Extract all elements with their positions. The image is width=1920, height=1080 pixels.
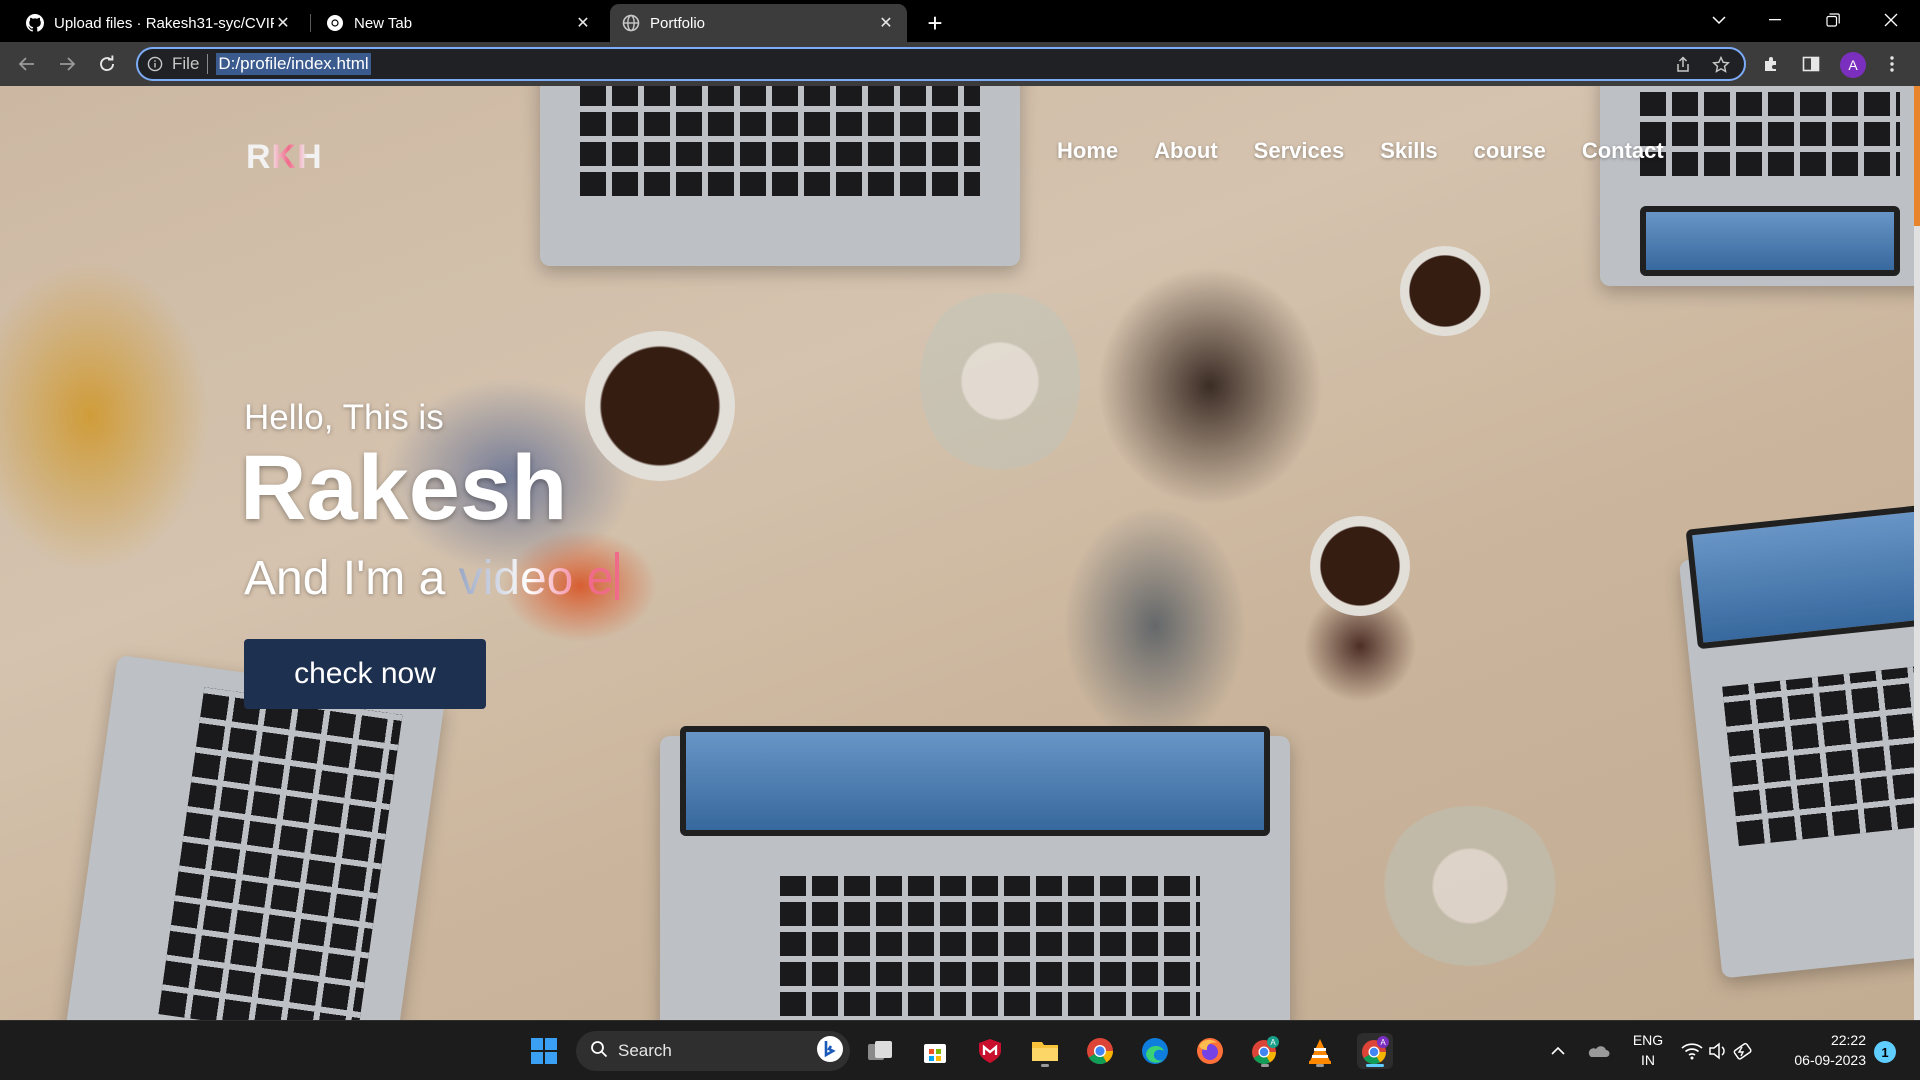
task-view-icon[interactable] [862, 1033, 898, 1069]
bookmark-star-icon[interactable] [1708, 52, 1734, 78]
portfolio-page: RKH Home About Services Skills course Co… [0, 86, 1920, 1020]
page-scrollbar[interactable] [1914, 86, 1920, 1020]
clock-time: 22:22 [1830, 1032, 1866, 1048]
globe-icon [622, 14, 640, 32]
chrome-icon[interactable] [1082, 1033, 1118, 1069]
url-text[interactable]: D:/profile/index.html [216, 53, 371, 75]
hero-name: Rakesh [240, 437, 568, 539]
file-explorer-icon[interactable] [1027, 1033, 1063, 1069]
svg-text:A: A [1380, 1038, 1386, 1047]
windows-taskbar: Search A A ENG IN 22:22 06-09-2023 1 [0, 1020, 1920, 1080]
share-icon[interactable] [1670, 52, 1696, 78]
firefox-icon[interactable] [1192, 1033, 1228, 1069]
tab-upload-files[interactable]: Upload files · Rakesh31-syc/CVIP ✕ [14, 4, 304, 42]
profile-avatar[interactable]: A [1840, 52, 1866, 78]
site-logo[interactable]: RKH [246, 138, 323, 177]
clock-date: 06-09-2023 [1794, 1052, 1866, 1068]
microsoft-store-icon[interactable] [917, 1033, 953, 1069]
running-indicator [1041, 1064, 1049, 1067]
tab-title: New Tab [354, 14, 413, 32]
tab-new-tab[interactable]: New Tab ✕ [314, 4, 604, 42]
language-code: ENG [1632, 1032, 1664, 1048]
tab-title: Upload files · Rakesh31-syc/CVIP [54, 14, 274, 32]
close-icon[interactable]: ✕ [574, 14, 592, 32]
typing-cursor [615, 552, 620, 600]
restore-icon[interactable] [1810, 4, 1856, 36]
taskbar-search[interactable]: Search [576, 1031, 850, 1071]
site-nav: Home About Services Skills course Contac… [1057, 138, 1664, 164]
windows-start-icon[interactable] [526, 1033, 562, 1069]
nav-link-skills[interactable]: Skills [1380, 138, 1437, 164]
site-info-icon[interactable] [138, 56, 172, 72]
hero-greeting: Hello, This is [244, 398, 444, 437]
check-now-button[interactable]: check now [244, 639, 486, 709]
omnibox-divider [207, 54, 209, 74]
forward-icon[interactable] [51, 48, 83, 80]
minimize-icon[interactable] [1752, 4, 1798, 36]
tab-portfolio[interactable]: Portfolio ✕ [610, 4, 907, 42]
search-icon [590, 1040, 608, 1063]
running-indicator [1366, 1064, 1384, 1067]
close-window-icon[interactable] [1868, 4, 1914, 36]
chevron-up-icon[interactable] [1540, 1033, 1576, 1069]
side-panel-icon[interactable] [1795, 48, 1827, 80]
bing-icon[interactable] [816, 1035, 844, 1068]
chrome-icon [326, 14, 344, 32]
tab-title: Portfolio [650, 14, 706, 32]
search-placeholder: Search [618, 1041, 672, 1060]
onedrive-icon[interactable] [1580, 1033, 1616, 1069]
extensions-icon[interactable] [1755, 48, 1787, 80]
chrome-profile-icon[interactable]: A [1247, 1033, 1283, 1069]
new-tab-button[interactable]: + [920, 8, 950, 38]
edge-icon[interactable] [1137, 1033, 1173, 1069]
chrome-active-icon[interactable]: A [1357, 1033, 1393, 1069]
hero-role-prefix: And I'm a [244, 552, 446, 605]
battery-charging-icon[interactable] [1726, 1033, 1762, 1069]
browser-tab-strip: Upload files · Rakesh31-syc/CVIP ✕ New T… [0, 0, 1920, 42]
reload-icon[interactable] [91, 48, 123, 80]
url-scheme-label: File [172, 54, 200, 73]
nav-link-contact[interactable]: Contact [1582, 138, 1664, 164]
vlc-icon[interactable] [1302, 1033, 1338, 1069]
nav-link-course[interactable]: course [1474, 138, 1546, 164]
close-icon[interactable]: ✕ [274, 14, 292, 32]
clock[interactable]: 22:22 06-09-2023 [1770, 1030, 1866, 1070]
scrollbar-thumb[interactable] [1914, 86, 1920, 226]
nav-link-services[interactable]: Services [1254, 138, 1345, 164]
running-indicator [1316, 1064, 1324, 1067]
address-bar[interactable]: File D:/profile/index.html [136, 47, 1746, 81]
notification-badge[interactable]: 1 [1874, 1041, 1896, 1063]
close-icon[interactable]: ✕ [877, 14, 895, 32]
menu-kebab-icon[interactable] [1876, 48, 1908, 80]
hero-role: And I'm a video e [244, 551, 620, 606]
tab-search-chevron-icon[interactable] [1696, 4, 1742, 36]
omnibox-actions [1670, 52, 1734, 78]
back-icon[interactable] [11, 48, 43, 80]
running-indicator [1261, 1064, 1269, 1067]
browser-toolbar: File D:/profile/index.html A [0, 42, 1920, 86]
tab-divider [310, 14, 311, 32]
nav-link-about[interactable]: About [1154, 138, 1218, 164]
language-indicator[interactable]: ENG IN [1628, 1030, 1668, 1070]
mcafee-icon[interactable] [972, 1033, 1008, 1069]
hero-role-typed: video e [458, 552, 614, 605]
github-icon [26, 14, 44, 32]
nav-link-home[interactable]: Home [1057, 138, 1118, 164]
svg-text:A: A [1270, 1038, 1276, 1047]
region-code: IN [1641, 1052, 1655, 1068]
